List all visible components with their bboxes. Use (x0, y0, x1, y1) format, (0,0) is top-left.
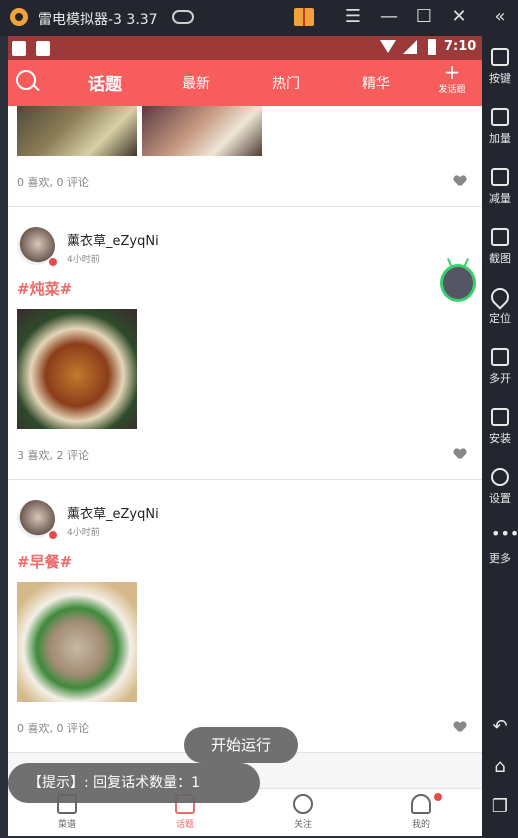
minimize-button[interactable]: — (376, 6, 402, 27)
heart-icon[interactable] (454, 176, 466, 188)
sidebar-label: 设置 (489, 492, 511, 505)
notification-dot (434, 793, 442, 801)
sidebar-install-apk-button[interactable]: 安装 (482, 408, 518, 446)
post-stats: 0 喜欢, 0 评论 (17, 176, 89, 189)
nav-label: 话题 (175, 820, 194, 830)
tab-hot[interactable]: 热门 (272, 73, 300, 93)
toast-hint: 【提示】: 回复话术数量：1 (8, 763, 260, 803)
tab-latest[interactable]: 最新 (182, 73, 210, 93)
sidebar-more-button[interactable]: ••• 更多 (482, 524, 518, 566)
heart-icon[interactable] (454, 722, 466, 734)
post-tag[interactable]: #早餐# (17, 551, 72, 572)
apk-install-icon (491, 408, 509, 426)
maximize-button[interactable]: ☐ (411, 6, 437, 27)
gift-icon[interactable] (294, 8, 314, 26)
emulator-sidebar: 按键 加量 减量 截图 定位 多开 安装 设置 ••• 更多 ↶ ⌂ ❐ (482, 36, 518, 838)
emulator-title-bar: 雷电模拟器-3 3.37 ☰ — ☐ ✕ « (0, 0, 518, 36)
follow-circle-icon (293, 794, 313, 814)
tab-topics[interactable]: 话题 (88, 70, 122, 95)
sidebar-label: 定位 (489, 312, 511, 325)
menu-button[interactable]: ☰ (340, 6, 366, 27)
toast-start: 开始运行 (184, 727, 298, 763)
sidebar-label: 截图 (489, 252, 511, 265)
post-time: 4小时前 (67, 528, 100, 538)
sidebar-volume-up-button[interactable]: 加量 (482, 108, 518, 146)
badge-icon (48, 530, 58, 540)
recent-apps-icon[interactable]: ❐ (482, 796, 518, 817)
post-tag[interactable]: #炖菜# (17, 278, 72, 299)
emulator-title: 雷电模拟器-3 3.37 (38, 12, 158, 28)
plus-icon: + (443, 60, 461, 84)
post-time: 4小时前 (67, 255, 100, 265)
sidebar-label: 按键 (489, 72, 511, 85)
nav-label: 菜谱 (57, 820, 76, 830)
sidebar-label: 加量 (489, 132, 511, 145)
post-stats: 0 喜欢, 0 评论 (17, 722, 89, 735)
emulator-logo-icon (10, 8, 28, 26)
post-topic-label: 发话题 (438, 85, 466, 95)
post-image[interactable] (17, 309, 137, 429)
post-username[interactable]: 薰衣草_eZyqNi (67, 230, 159, 249)
post-image[interactable] (17, 106, 137, 156)
floating-bot-icon[interactable] (440, 264, 476, 302)
sidebar-multi-instance-button[interactable]: 多开 (482, 348, 518, 386)
gear-icon (491, 468, 509, 486)
android-screen: 7:10 话题 最新 热门 精华 + 发话题 0 喜欢, 0 评论 薰衣草_eZ… (8, 36, 482, 836)
keyboard-icon (491, 48, 509, 66)
sidebar-label: 多开 (489, 372, 511, 385)
list-item[interactable]: 薰衣草_eZyqNi 4小时前 #炖菜# 3 喜欢, 2 评论 (8, 207, 482, 480)
user-icon (411, 794, 431, 814)
back-icon[interactable]: ↶ (482, 716, 518, 737)
post-stats: 3 喜欢, 2 评论 (17, 449, 89, 462)
location-pin-icon (487, 284, 513, 310)
status-bar: 7:10 (8, 36, 482, 60)
notification-icon (12, 41, 26, 56)
nav-follow[interactable]: 关注 (244, 789, 362, 836)
app-bar: 话题 最新 热门 精华 + 发话题 (8, 60, 482, 106)
signal-icon (403, 40, 417, 54)
list-item[interactable]: 薰衣草_eZyqNi 4小时前 #早餐# 0 喜欢, 0 评论 (8, 480, 482, 753)
post-image[interactable] (17, 582, 137, 702)
nav-label: 我的 (411, 820, 430, 830)
sidebar-label: 减量 (489, 192, 511, 205)
post-username[interactable]: 薰衣草_eZyqNi (67, 503, 159, 522)
sidebar-label: 安装 (489, 432, 511, 445)
sidebar-keymap-button[interactable]: 按键 (482, 48, 518, 86)
gamepad-icon[interactable] (172, 10, 194, 24)
badge-icon (48, 257, 58, 267)
sidebar-volume-down-button[interactable]: 减量 (482, 168, 518, 206)
post-image[interactable] (142, 106, 262, 156)
sidebar-location-button[interactable]: 定位 (482, 284, 518, 326)
volume-up-icon (491, 108, 509, 126)
status-time: 7:10 (444, 39, 477, 54)
sidebar-settings-button[interactable]: 设置 (482, 468, 518, 506)
nav-label: 关注 (293, 820, 312, 830)
topic-feed[interactable]: 0 喜欢, 0 评论 薰衣草_eZyqNi 4小时前 #炖菜# 3 喜欢, 2 … (8, 106, 482, 796)
battery-icon (428, 39, 436, 55)
sidebar-screenshot-button[interactable]: 截图 (482, 228, 518, 266)
heart-icon[interactable] (454, 449, 466, 461)
search-icon[interactable] (16, 70, 36, 90)
sidebar-label: 更多 (489, 552, 511, 565)
tab-featured[interactable]: 精华 (362, 73, 390, 93)
wifi-icon (380, 40, 396, 53)
volume-down-icon (491, 168, 509, 186)
collapse-sidebar-button[interactable]: « (487, 6, 513, 27)
multi-window-icon (491, 348, 509, 366)
nav-me[interactable]: 我的 (362, 789, 480, 836)
more-dots-icon: ••• (491, 524, 518, 543)
list-item[interactable]: 0 喜欢, 0 评论 (8, 106, 482, 207)
home-icon[interactable]: ⌂ (482, 756, 518, 777)
close-button[interactable]: ✕ (446, 6, 472, 27)
scissors-icon (491, 228, 509, 246)
notification-icon (36, 41, 50, 56)
post-topic-button[interactable]: + 发话题 (432, 62, 472, 95)
